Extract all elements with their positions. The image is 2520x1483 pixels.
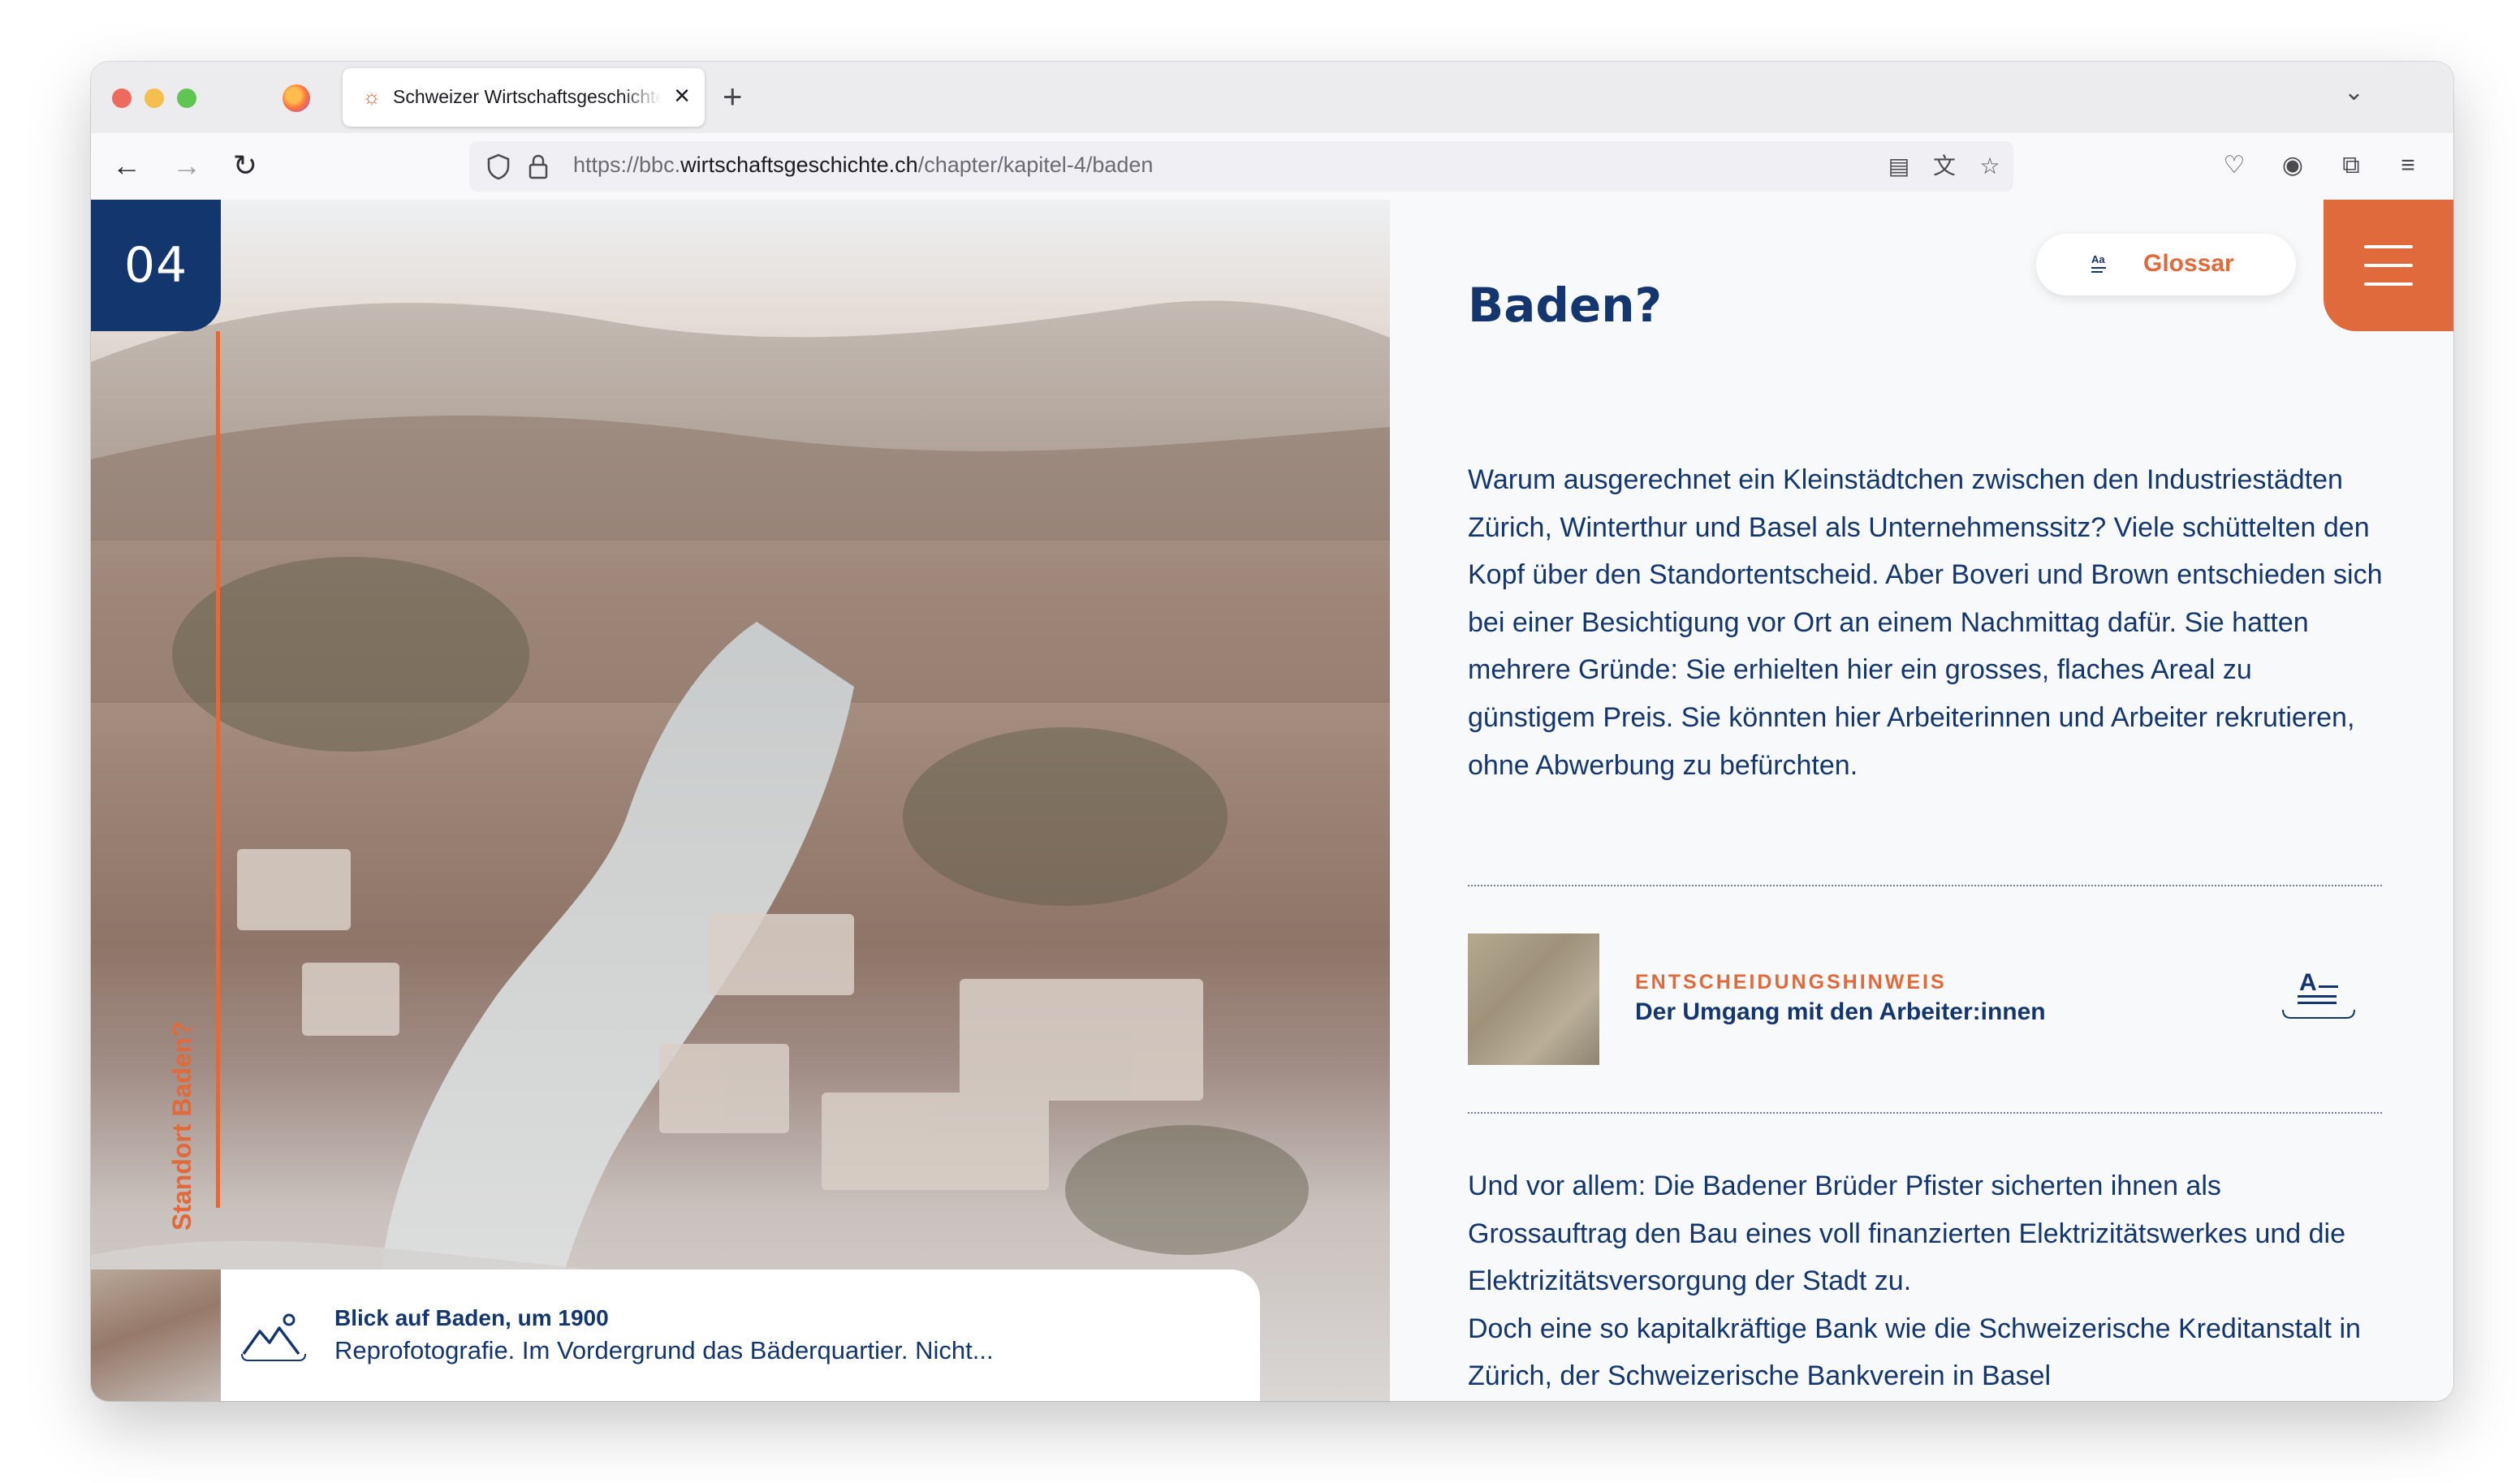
page-title: Baden? xyxy=(1468,278,1663,333)
dotted-divider xyxy=(1468,1112,2382,1114)
caption-description: Reprofotografie. Im Vordergrund das Bäde… xyxy=(334,1336,994,1364)
app-menu-icon[interactable]: ≡ xyxy=(2393,151,2423,180)
article-paragraph-2: Und vor allem: Die Badener Brüder Pfiste… xyxy=(1468,1162,2385,1400)
chapter-vertical-label: Standort Baden? xyxy=(167,1021,196,1231)
new-tab-button[interactable]: + xyxy=(723,76,743,117)
minimize-window-button[interactable] xyxy=(145,88,164,108)
tracking-protection-shield-icon[interactable] xyxy=(485,153,511,180)
svg-text:Aa: Aa xyxy=(2091,253,2105,265)
bookmark-star-icon[interactable]: ☆ xyxy=(1976,153,2004,180)
forward-button[interactable]: → xyxy=(167,146,206,185)
zoom-window-button[interactable] xyxy=(177,88,196,108)
url-bar[interactable]: https://bbc.wirtschaftsgeschichte.ch/cha… xyxy=(469,141,2013,192)
translate-icon[interactable]: 文 xyxy=(1931,153,1958,180)
caption-thumbnail[interactable] xyxy=(91,1270,221,1401)
svg-text:A: A xyxy=(2299,969,2317,996)
menu-line-icon xyxy=(2364,264,2413,267)
article-panel: Aa Glossar Baden? Warum ausgerechnet ein… xyxy=(1390,200,2453,1401)
article-paragraph-text: Und vor allem: Die Badener Brüder Pfiste… xyxy=(1468,1170,2346,1297)
decision-hint-title[interactable]: Der Umgang mit den Arbeiter:innen xyxy=(1635,998,2046,1026)
glossar-label: Glossar xyxy=(2143,250,2234,277)
list-all-tabs-icon[interactable]: ⌄ xyxy=(2344,78,2364,106)
navigation-toolbar: ← → ↻ https://bbc.wirtschaftsgeschichte.… xyxy=(91,133,2453,200)
web-page: 04 Standort Baden? Blick auf Baden, um 1… xyxy=(91,200,2453,1401)
extensions-icon[interactable]: ⧉ xyxy=(2337,151,2366,180)
hero-image: 04 Standort Baden? Blick auf Baden, um 1… xyxy=(91,200,1390,1401)
menu-line-icon xyxy=(2364,245,2413,248)
chapter-progress-line xyxy=(216,331,220,1208)
chapter-number-badge[interactable]: 04 xyxy=(91,200,221,331)
site-favicon-icon: ☼ xyxy=(362,84,382,109)
tab-bar: ☼ Schweizer Wirtschaftsgeschichte × + ⌄ xyxy=(91,62,2453,133)
glossary-aa-icon: Aa xyxy=(2091,253,2106,273)
tab-active[interactable]: ☼ Schweizer Wirtschaftsgeschichte × xyxy=(343,68,705,127)
close-tab-icon[interactable]: × xyxy=(674,80,690,112)
dotted-divider xyxy=(1468,885,2382,886)
article-paragraph-text: Doch eine so kapitalkräftige Bank wie di… xyxy=(1468,1313,2361,1392)
menu-line-icon xyxy=(2364,282,2413,286)
tab-title: Schweizer Wirtschaftsgeschichte xyxy=(393,86,661,107)
back-button[interactable]: ← xyxy=(107,146,146,185)
browser-window: ☼ Schweizer Wirtschaftsgeschichte × + ⌄ … xyxy=(91,62,2453,1401)
hamburger-menu-button[interactable] xyxy=(2324,200,2453,331)
close-window-button[interactable] xyxy=(112,88,132,108)
landscape-illustration xyxy=(91,300,1390,1401)
account-avatar-icon[interactable]: ◉ xyxy=(2278,151,2307,180)
url-text[interactable]: https://bbc.wirtschaftsgeschichte.ch/cha… xyxy=(573,153,1153,178)
image-caption-card[interactable]: Blick auf Baden, um 1900 Reprofotografie… xyxy=(91,1270,1260,1401)
lock-icon[interactable] xyxy=(526,153,550,180)
image-landscape-icon xyxy=(241,1313,306,1361)
caption-title: Blick auf Baden, um 1900 xyxy=(334,1305,609,1330)
decision-hint-thumbnail[interactable] xyxy=(1468,933,1599,1065)
article-paragraph: Warum ausgerechnet ein Kleinstädtchen zw… xyxy=(1468,464,2383,781)
glossar-button[interactable]: Aa Glossar xyxy=(2036,234,2296,295)
reader-view-icon[interactable]: ▤ xyxy=(1885,153,1913,180)
firefox-icon[interactable] xyxy=(283,84,310,112)
pocket-icon[interactable]: ♡ xyxy=(2220,151,2249,180)
decision-hint-kicker: ENTSCHEIDUNGSHINWEIS xyxy=(1635,971,1947,994)
reload-button[interactable]: ↻ xyxy=(226,146,265,185)
text-document-icon[interactable]: A xyxy=(2280,966,2358,1031)
